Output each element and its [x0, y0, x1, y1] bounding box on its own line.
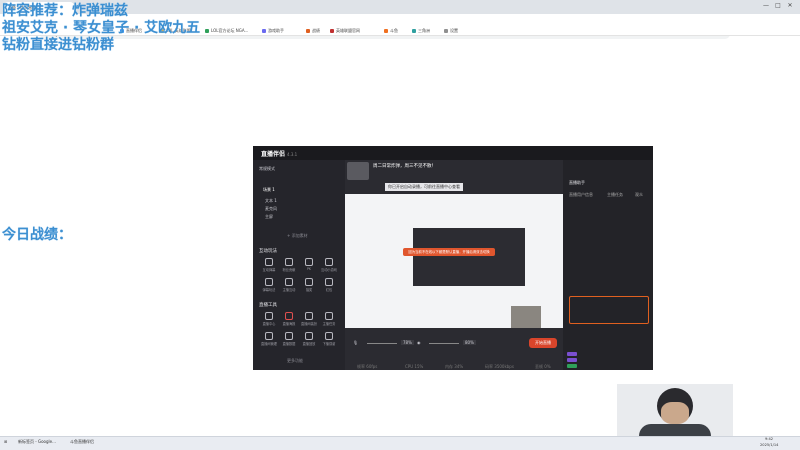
interact-icon — [285, 278, 293, 286]
mic-icon[interactable]: 🎙 — [353, 340, 358, 345]
right-tab[interactable]: 直播用户信息 — [569, 192, 593, 198]
user-badge — [567, 352, 577, 356]
tool-item[interactable]: 直播间装扮 — [301, 312, 317, 326]
app-titlebar: 直播伴侣 4.3.1 — [253, 146, 653, 160]
overlay-line-3: 钻粉直接进钻粉群 — [2, 37, 114, 53]
tool-item[interactable]: 直播数据 — [281, 332, 297, 346]
right-tab[interactable]: 主播任务 — [607, 192, 623, 198]
start-icon[interactable]: ⊞ — [4, 439, 7, 444]
notice-tooltip: 你已开启自动录播，可前往直播中心查看 — [385, 183, 463, 191]
redpacket-icon — [325, 278, 333, 286]
tool-item[interactable]: 互动小游戏 — [321, 258, 337, 272]
preview-screen: 因为当前不在线以下都是默认直播，开播后请双击切换 — [345, 194, 563, 328]
tool-item[interactable]: 粉丝贡献 — [281, 258, 297, 272]
person-face — [661, 402, 689, 424]
task-icon — [325, 312, 333, 320]
taskbar-item[interactable]: 斗鱼直播伴侣 — [70, 439, 94, 445]
taskbar-item[interactable]: 新标签页 - Google... — [18, 439, 56, 445]
status-bar-item: 丢帧 0% — [535, 364, 551, 369]
stream-title[interactable]: 周二日常炸弹，周三不见不散！ — [373, 163, 436, 169]
tool-item[interactable]: 主播任务 — [321, 312, 337, 326]
source-item[interactable]: 麦克风 — [265, 206, 277, 212]
tool-item[interactable]: 抽奖 — [301, 278, 317, 292]
cover-thumbnail[interactable] — [347, 162, 369, 180]
overlay-line-4: 今日战绩： — [2, 227, 72, 243]
assistant-title: 直播助手 — [569, 180, 585, 185]
user-badge — [567, 358, 577, 362]
center-icon — [265, 312, 273, 320]
danmaku-icon — [265, 258, 273, 266]
scene-panel: 常规模式 场景 1 文本 1 麦克风 主屏 + 添加素材 互动玩法 互动弹幕 粉… — [253, 160, 345, 370]
status-bar-item: 内存 34% — [445, 364, 464, 369]
scene-item[interactable]: 场景 1 — [263, 187, 275, 193]
close-icon[interactable]: ✕ — [784, 2, 796, 9]
status-bar-item: 帧率 60fps — [357, 364, 378, 369]
replay-icon — [305, 332, 313, 340]
status-bar-item: CPU 15% — [405, 364, 424, 369]
bookmark-item[interactable]: 三角洲 — [412, 28, 430, 34]
speaker-slider[interactable] — [429, 343, 459, 344]
tool-item[interactable]: 主播互动 — [281, 278, 297, 292]
bookmark-item[interactable]: 游戏助手 — [262, 28, 284, 34]
bookmark-item[interactable]: LOL官方论坛 NGA... — [205, 28, 248, 34]
more-tools-link[interactable]: 更多功能 — [287, 358, 303, 364]
decor-icon — [305, 312, 313, 320]
nested-preview — [413, 228, 525, 286]
game-icon — [325, 258, 333, 266]
interact-section-title: 互动玩法 — [259, 249, 277, 254]
mode-select[interactable]: 常规模式 — [259, 166, 275, 172]
mic-percent: 78% — [401, 340, 414, 345]
add-source-button[interactable]: + 添加素材 — [287, 233, 308, 239]
minimize-icon[interactable]: — — [760, 2, 772, 9]
red-notice-banner: 因为当前不在线以下都是默认直播，开播后请双击切换 — [403, 248, 495, 256]
bookmark-item[interactable]: 设置 — [444, 28, 458, 34]
tool-item[interactable]: 下播感谢 — [321, 332, 337, 346]
webcam-preview — [511, 306, 541, 328]
data-icon — [285, 332, 293, 340]
assistant-panel: 直播助手 直播用户信息 主播任务 观众 — [563, 160, 653, 370]
system-notice-box — [569, 296, 649, 324]
tool-item[interactable]: PK — [301, 258, 317, 271]
tool-item[interactable]: 直播间管理 — [261, 332, 277, 346]
start-live-button[interactable]: 开始直播 — [529, 338, 557, 348]
right-tab[interactable]: 观众 — [635, 192, 643, 198]
clock-date: 2025/1/14 — [760, 443, 779, 447]
tool-item[interactable]: 弹幕玩法 — [261, 278, 277, 292]
tool-item[interactable]: 红包 — [321, 278, 337, 292]
poster-icon — [285, 312, 293, 320]
bookmark-item[interactable]: 战绩 — [306, 28, 320, 34]
maximize-icon[interactable]: □ — [772, 2, 784, 9]
lottery-icon — [305, 278, 313, 286]
speaker-icon[interactable]: ◉ — [417, 340, 421, 345]
bookmark-item[interactable]: 英雄联盟官网 — [330, 28, 360, 34]
speaker-percent: 80% — [463, 340, 476, 345]
manage-icon — [265, 332, 273, 340]
tool-item[interactable]: 直播海报 — [281, 312, 297, 326]
status-bar-item: 码率 3500kbps — [485, 364, 514, 369]
tool-item[interactable]: 直播回放 — [301, 332, 317, 346]
bookmark-item[interactable]: 斗鱼 — [384, 28, 398, 34]
app-logo: 直播伴侣 4.3.1 — [261, 151, 298, 158]
user-badge — [567, 364, 577, 368]
pk-icon — [305, 258, 313, 266]
tools-section-title: 直播工具 — [259, 303, 277, 308]
clock-time: 9:42 — [765, 437, 774, 441]
tool-item[interactable]: 互动弹幕 — [261, 258, 277, 272]
taskbar — [0, 436, 800, 450]
mic-slider[interactable] — [367, 343, 397, 344]
thanks-icon — [325, 332, 333, 340]
fans-icon — [285, 258, 293, 266]
streaming-app-window: 直播伴侣 4.3.1 常规模式 场景 1 文本 1 麦克风 主屏 + 添加素材 互… — [253, 146, 653, 370]
danmaku-play-icon — [265, 278, 273, 286]
source-item[interactable]: 主屏 — [265, 214, 273, 220]
source-item[interactable]: 文本 1 — [265, 198, 277, 204]
tool-item[interactable]: 直播中心 — [261, 312, 277, 326]
